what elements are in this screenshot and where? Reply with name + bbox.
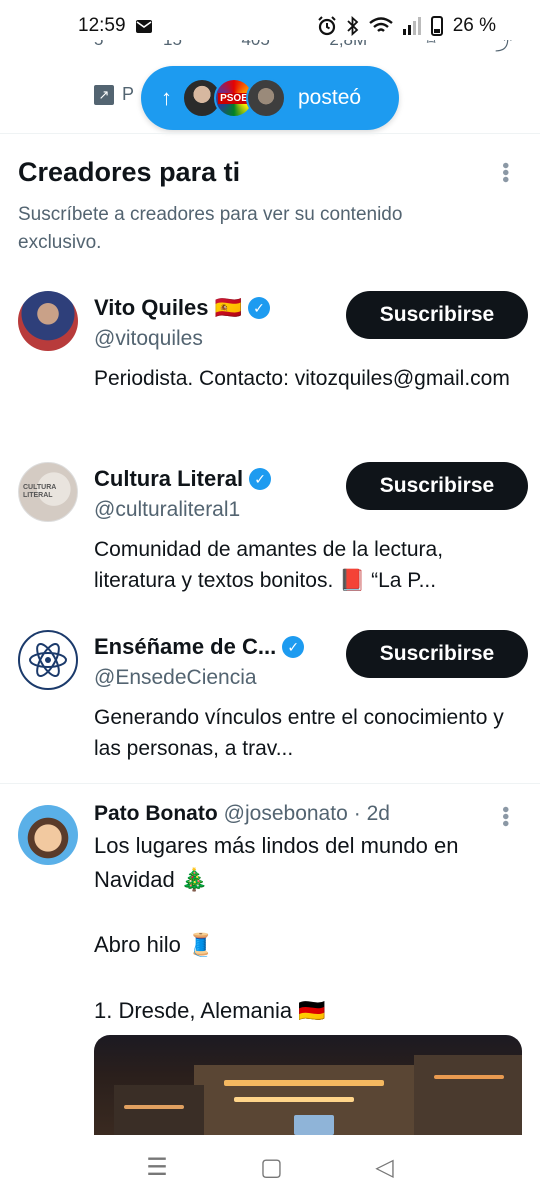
wifi-icon [368,17,393,35]
tweet-text-line: Navidad 🎄 [94,867,209,892]
signal-icon [402,17,421,35]
back-icon[interactable]: ◁ [375,1153,393,1182]
creator-bio: Periodista. Contacto: vitozquiles@gmail.… [94,367,510,390]
verified-badge-icon: ✓ [282,636,305,658]
promoted-label: ↗ P [94,84,134,105]
system-nav-bar: ☰ ▢ ◁ [0,1135,540,1200]
battery-icon [430,16,443,36]
subscribe-button[interactable]: Suscribirse [346,291,528,339]
home-icon[interactable]: ▢ [260,1153,283,1182]
creator-name[interactable]: Enséñame de C... [94,634,276,660]
tweet-author-handle[interactable]: @josebonato [224,802,348,826]
creator-handle: @vitoquiles [94,327,203,350]
bluetooth-icon [347,16,359,36]
tweet-text-line: Abro hilo 🧵 [94,932,215,957]
creator-handle: @culturaliteral1 [94,498,241,521]
bookmark-icon[interactable]: ⌑ [427,40,436,54]
tweet-image[interactable] [94,1035,522,1135]
like-count[interactable]: 405 [241,40,269,54]
avatar[interactable] [18,291,78,351]
avatar[interactable] [18,630,78,690]
status-time: 12:59 [78,15,126,36]
section-subtitle: Suscríbete a creadores para ver su conte… [18,204,403,253]
avatar[interactable]: CULTURA LITERAL [18,462,78,522]
avatar [246,78,286,118]
atom-icon [29,643,67,677]
battery-percentage: 26 % [452,15,496,36]
more-options-icon[interactable]: ••• [493,806,516,827]
creator-name[interactable]: Cultura Literal [94,466,243,492]
section-title: Creadores para ti [18,157,241,187]
reply-count[interactable]: 5 [94,40,103,54]
tweet-timestamp[interactable]: · 2d [354,802,390,826]
arrow-up-icon: ↑ [161,85,172,110]
verified-badge-icon: ✓ [249,468,272,490]
alarm-icon [317,16,337,36]
more-options-icon[interactable]: ••• [493,162,516,183]
creator-name[interactable]: Vito Quiles 🇪🇸 [94,295,242,321]
previous-tweet-actions: 5 15 405 2,8M ⌑ ⤴ [94,40,512,64]
new-posts-label: posteó [298,86,362,109]
share-icon[interactable]: ⤴ [495,40,512,54]
creator-bio: Comunidad de amantes de la lectura, lite… [94,538,444,592]
creator-handle: @EnsedeCiencia [94,666,257,689]
promoted-text: P [122,84,135,104]
creator-card[interactable]: Vito Quiles 🇪🇸 ✓ @vitoquiles Periodista.… [18,291,528,431]
avatar[interactable] [18,805,78,865]
retweet-count[interactable]: 15 [163,40,182,54]
pill-avatars: PSOE [182,78,286,118]
promoted-icon: ↗ [94,84,114,105]
verified-badge-icon: ✓ [248,297,271,319]
avatar-text: CULTURA LITERAL [23,484,57,499]
tweet-header: Pato Bonato @josebonato · 2d [94,802,390,826]
subscribe-button[interactable]: Suscribirse [346,462,528,510]
creator-bio: Generando vínculos entre el conocimiento… [94,706,504,760]
mail-icon [135,19,152,33]
tweet-text-line: 1. Dresde, Alemania 🇩🇪 [94,998,326,1023]
subscribe-button[interactable]: Suscribirse [346,630,528,678]
recents-icon[interactable]: ☰ [146,1153,168,1182]
creator-card[interactable]: Enséñame de C... ✓ @EnsedeCiencia Genera… [18,630,528,770]
divider [0,783,540,784]
tweet-author-name[interactable]: Pato Bonato [94,802,218,826]
new-posts-pill[interactable]: ↑ PSOE posteó [141,66,399,130]
views-count[interactable]: 2,8M [329,40,367,54]
creator-card[interactable]: CULTURA LITERAL Cultura Literal ✓ @cultu… [18,462,528,602]
tweet-text-line: Los lugares más lindos del mundo en [94,833,459,858]
divider [0,133,540,134]
